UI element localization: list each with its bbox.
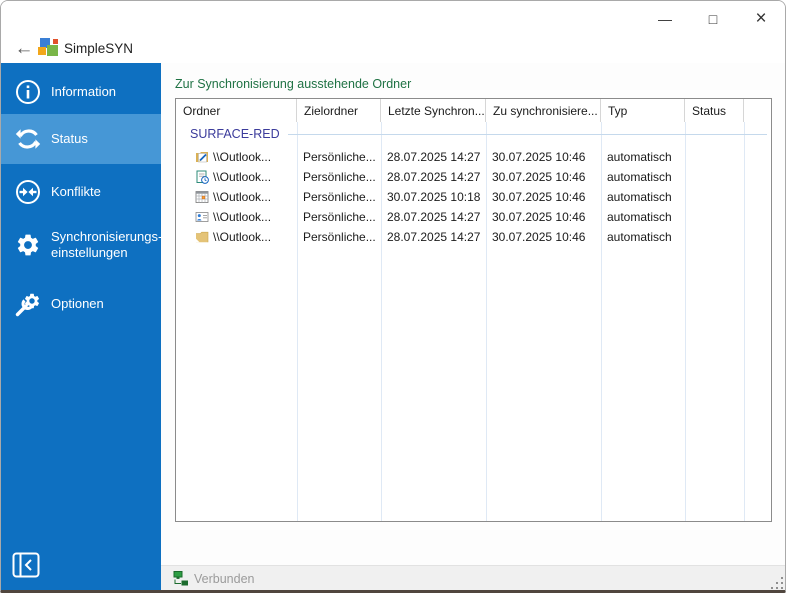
app-logo-icon: [38, 38, 60, 58]
gear-icon: [17, 234, 39, 256]
conflict-arrows-icon: [16, 180, 40, 204]
cell-letzte-synchronisierung: 28.07.2025 14:27: [387, 150, 481, 164]
table-row[interactable]: \\Outlook... Persönliche... 28.07.2025 1…: [176, 207, 771, 227]
minimize-button[interactable]: —: [649, 5, 681, 33]
cell-typ: automatisch: [607, 170, 672, 184]
connection-status-text: Verbunden: [194, 572, 255, 586]
column-header-zielordner[interactable]: Zielordner: [297, 99, 381, 122]
cell-ordner: \\Outlook...: [213, 150, 272, 164]
sidebar-item-label: Information: [51, 83, 117, 99]
info-icon: [16, 80, 40, 104]
cell-zielordner: Persönliche...: [303, 150, 376, 164]
column-header-typ[interactable]: Typ: [601, 99, 685, 122]
cell-zu-synchronisieren: 30.07.2025 10:46: [492, 190, 586, 204]
journal-icon: [196, 152, 208, 163]
cell-zielordner: Persönliche...: [303, 170, 376, 184]
column-header-empty: [744, 99, 771, 122]
cell-ordner: \\Outlook...: [213, 170, 272, 184]
contacts-icon: [195, 212, 209, 222]
status-bar: Verbunden: [161, 565, 785, 590]
group-label: SURFACE-RED: [190, 127, 280, 141]
main-content: Zur Synchronisierung ausstehende Ordner …: [161, 63, 785, 590]
network-connected-icon: [173, 571, 188, 586]
cell-letzte-synchronisierung: 30.07.2025 10:18: [387, 190, 481, 204]
pending-folders-heading: Zur Synchronisierung ausstehende Ordner: [175, 77, 412, 91]
sidebar-item-label: Optionen: [51, 295, 104, 311]
sidebar-item-konflikte[interactable]: Konflikte: [1, 169, 161, 215]
cell-zielordner: Persönliche...: [303, 230, 376, 244]
cell-zielordner: Persönliche...: [303, 190, 376, 204]
collapse-panel-icon: [12, 552, 40, 578]
sidebar-item-optionen[interactable]: Optionen: [1, 281, 161, 327]
sidebar-item-label-line1: Synchronisierungs-: [51, 228, 163, 244]
maximize-button[interactable]: □: [697, 5, 729, 33]
column-header-ordner[interactable]: Ordner: [176, 99, 297, 122]
table-row[interactable]: \\Outlook... Persönliche... 30.07.2025 1…: [176, 187, 771, 207]
table-row[interactable]: \\Outlook... Persönliche... 28.07.2025 1…: [176, 147, 771, 167]
cell-zu-synchronisieren: 30.07.2025 10:46: [492, 230, 586, 244]
sync-folders-table: Ordner Zielordner Letzte Synchron... Zu …: [175, 98, 772, 522]
cell-zu-synchronisieren: 30.07.2025 10:46: [492, 170, 586, 184]
cell-typ: automatisch: [607, 150, 672, 164]
sidebar-item-label-line2: einstellungen: [51, 245, 128, 260]
sidebar-item-synchronisierungseinstellungen[interactable]: Synchronisierungs- einstellungen: [1, 219, 162, 271]
cell-typ: automatisch: [607, 230, 672, 244]
group-row-surface-red[interactable]: SURFACE-RED: [176, 125, 771, 143]
sidebar-item-information[interactable]: Information: [1, 69, 161, 115]
app-title: SimpleSYN: [64, 41, 134, 56]
table-row[interactable]: \\Outlook... Persönliche... 28.07.2025 1…: [176, 167, 771, 187]
cell-ordner: \\Outlook...: [213, 230, 272, 244]
gear-wrench-icon: [15, 293, 40, 317]
cell-zielordner: Persönliche...: [303, 210, 376, 224]
cell-zu-synchronisieren: 30.07.2025 10:46: [492, 210, 586, 224]
table-row[interactable]: \\Outlook... Persönliche... 28.07.2025 1…: [176, 227, 771, 247]
cell-ordner: \\Outlook...: [213, 190, 272, 204]
cell-ordner: \\Outlook...: [213, 210, 272, 224]
titlebar: — □ × ← SimpleSYN: [1, 1, 785, 63]
app-window: — □ × ← SimpleSYN Information Status Kon…: [0, 0, 786, 593]
table-header: Ordner Zielordner Letzte Synchron... Zu …: [176, 99, 771, 122]
sidebar: Information Status Konflikte Synchronisi…: [1, 63, 162, 590]
cell-letzte-synchronisierung: 28.07.2025 14:27: [387, 210, 481, 224]
cell-typ: automatisch: [607, 210, 672, 224]
close-button[interactable]: ×: [745, 5, 777, 33]
cell-letzte-synchronisierung: 28.07.2025 14:27: [387, 170, 481, 184]
back-button[interactable]: ←: [11, 37, 37, 61]
collapse-sidebar-button[interactable]: [11, 551, 41, 579]
folder-icon: [196, 231, 209, 243]
calendar-icon: [195, 191, 209, 203]
cell-typ: automatisch: [607, 190, 672, 204]
sidebar-item-status[interactable]: Status: [1, 114, 161, 164]
cell-zu-synchronisieren: 30.07.2025 10:46: [492, 150, 586, 164]
sidebar-item-label: Status: [51, 130, 88, 146]
window-controls: — □ ×: [649, 5, 777, 33]
sidebar-item-label: Konflikte: [51, 183, 101, 199]
column-header-status[interactable]: Status: [685, 99, 744, 122]
sync-icon: [15, 129, 41, 149]
tasks-icon: [196, 170, 209, 184]
group-divider-line: [287, 133, 767, 135]
column-header-letzte-synchronisierung[interactable]: Letzte Synchron...: [381, 99, 486, 122]
column-header-zu-synchronisieren[interactable]: Zu synchronisiere...: [486, 99, 601, 122]
sidebar-item-label: Synchronisierungs- einstellungen: [51, 229, 162, 262]
resize-grip[interactable]: [769, 575, 783, 589]
cell-letzte-synchronisierung: 28.07.2025 14:27: [387, 230, 481, 244]
